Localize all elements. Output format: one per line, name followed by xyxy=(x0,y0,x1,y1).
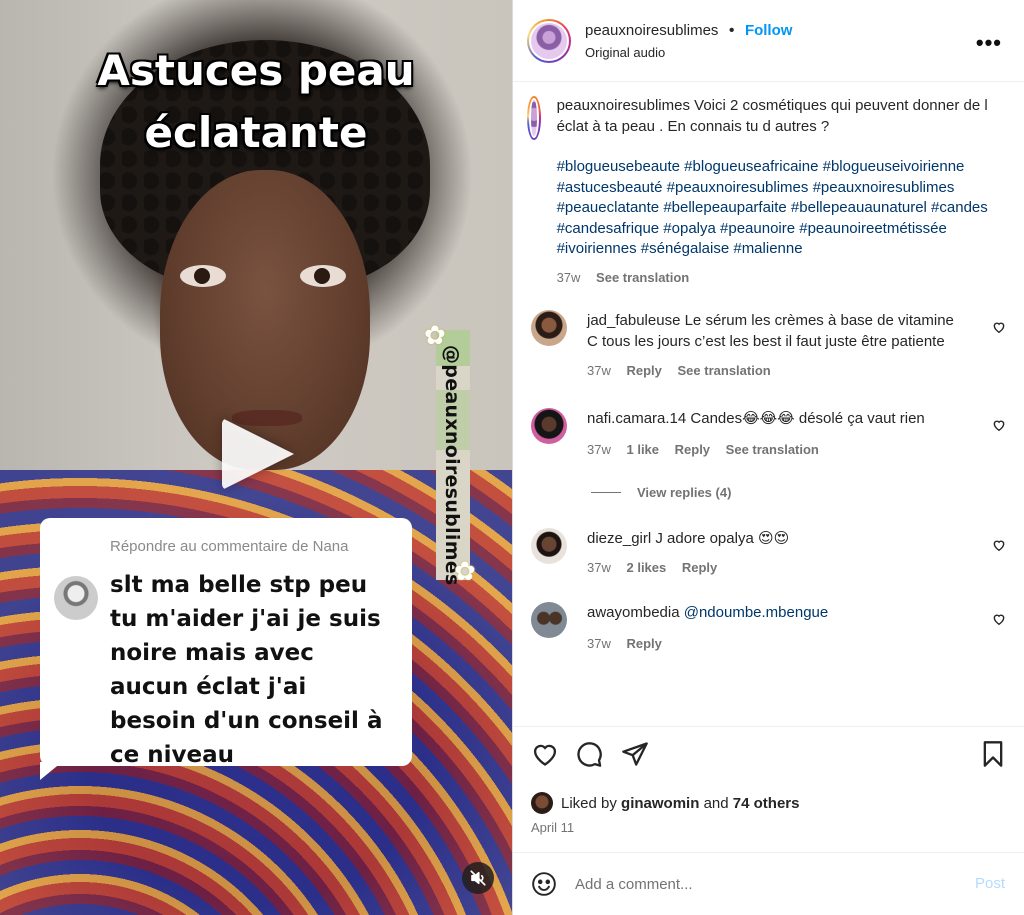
play-icon[interactable] xyxy=(222,418,294,490)
like-comment-heart-icon[interactable] xyxy=(992,612,1006,626)
commenter-avatar[interactable] xyxy=(531,602,567,638)
reply-sticker-avatar xyxy=(54,576,98,620)
author-username[interactable]: peauxnoiresublimes xyxy=(585,22,718,39)
like-comment-heart-icon[interactable] xyxy=(992,418,1006,432)
see-translation-button[interactable]: See translation xyxy=(596,270,689,285)
caption-username[interactable]: peauxnoiresublimes xyxy=(557,97,690,114)
comment-meta: 37w 2 likes Reply xyxy=(587,557,967,578)
reply-button[interactable]: Reply xyxy=(682,560,717,575)
commenter-username[interactable]: dieze_girl xyxy=(587,530,651,547)
comment-meta: 37w Reply xyxy=(587,633,967,654)
comment-time: 37w xyxy=(587,363,611,378)
like-heart-icon[interactable] xyxy=(531,740,559,768)
like-comment-heart-icon[interactable] xyxy=(992,538,1006,552)
separator-dot: • xyxy=(728,21,735,39)
comment-item: jad_fabuleuse Le sérum les crèmes à base… xyxy=(513,310,1024,381)
mute-button[interactable] xyxy=(462,862,494,894)
comment-meta: 37w Reply See translation xyxy=(587,360,967,381)
reply-button[interactable]: Reply xyxy=(626,363,661,378)
likes-prefix: Liked by xyxy=(561,794,617,812)
liker-avatar[interactable] xyxy=(531,792,553,814)
post-modal: Astuces peau éclatante @peauxnoiresublim… xyxy=(0,0,1024,915)
caption: peauxnoiresublimes Voici 2 cosmétiques q… xyxy=(513,82,1024,288)
overlay-title-line2: éclatante xyxy=(144,108,368,157)
view-replies-button[interactable]: View replies (4) xyxy=(513,482,1024,502)
reply-button[interactable]: Reply xyxy=(626,636,661,651)
share-paper-plane-icon[interactable] xyxy=(621,740,649,768)
add-comment-bar: Post xyxy=(513,852,1024,915)
emoji-smiley-icon[interactable] xyxy=(531,871,557,897)
comment-time: 37w xyxy=(587,636,611,651)
post-actions-bar xyxy=(513,728,1024,788)
follow-button[interactable]: Follow xyxy=(745,22,793,39)
daisy-icon: ✿ xyxy=(454,556,476,586)
commenter-username[interactable]: jad_fabuleuse xyxy=(587,312,680,329)
comment-bubble-icon[interactable] xyxy=(575,740,603,768)
comments-scroll-area[interactable]: peauxnoiresublimes Voici 2 cosmétiques q… xyxy=(513,82,1024,727)
comment-meta: 37w 1 like Reply See translation xyxy=(587,439,967,460)
more-options-icon[interactable]: ••• xyxy=(976,30,1002,56)
comment-time: 37w xyxy=(587,560,611,575)
author-avatar[interactable] xyxy=(527,18,571,63)
post-header: peauxnoiresublimes • Follow Original aud… xyxy=(513,0,1024,82)
comment-input[interactable] xyxy=(575,875,945,893)
caption-hashtags[interactable]: #blogueusebeaute #blogueuseafricaine #bl… xyxy=(557,157,1008,260)
see-translation-button[interactable]: See translation xyxy=(726,442,819,457)
reply-button[interactable]: Reply xyxy=(675,442,710,457)
likes-and: and xyxy=(703,794,729,812)
commenter-avatar[interactable] xyxy=(531,310,567,346)
comment-time: 37w xyxy=(587,442,611,457)
replies-divider xyxy=(591,491,621,493)
comment-likes-count[interactable]: 2 likes xyxy=(626,560,666,575)
reply-sticker-label: Répondre au commentaire de Nana xyxy=(110,538,349,555)
reply-sticker-text: slt ma belle stp peu tu m'aider j'ai je … xyxy=(110,572,383,768)
likes-summary: Liked by ginawomin and 74 others xyxy=(531,792,799,814)
see-translation-button[interactable]: See translation xyxy=(678,363,771,378)
comment-mention[interactable]: @ndoumbe.mbengue xyxy=(684,604,829,621)
like-comment-heart-icon[interactable] xyxy=(992,320,1006,334)
comment-text: Candes😂😂😂 désolé ça vaut rien xyxy=(690,410,925,427)
post-details-panel: peauxnoiresublimes • Follow Original aud… xyxy=(512,0,1024,915)
left-eye xyxy=(180,265,226,287)
save-bookmark-icon[interactable] xyxy=(979,740,1007,768)
post-date[interactable]: April 11 xyxy=(531,820,574,835)
caption-meta: 37w See translation xyxy=(557,268,1008,289)
video-overlay-title: Astuces peau éclatante xyxy=(0,40,512,164)
daisy-icon: ✿ xyxy=(424,320,446,350)
comment-item: awayombedia @ndoumbe.mbengue 37w Reply xyxy=(513,602,1024,654)
video-player[interactable]: Astuces peau éclatante @peauxnoiresublim… xyxy=(0,0,512,915)
right-eye xyxy=(300,265,346,287)
comment-item: dieze_girl J adore opalya 😍😍 37w 2 likes… xyxy=(513,528,1024,578)
overlay-title-line1: Astuces peau xyxy=(97,46,415,95)
commenter-avatar[interactable] xyxy=(531,408,567,444)
liker-username[interactable]: ginawomin xyxy=(621,795,699,812)
vertical-handle-text: @peauxnoiresublimes xyxy=(441,345,463,586)
reply-sticker: Répondre au commentaire de Nana slt ma b… xyxy=(40,518,412,780)
post-comment-button[interactable]: Post xyxy=(975,875,1005,892)
comment-item: nafi.camara.14 Candes😂😂😂 désolé ça vaut … xyxy=(513,408,1024,460)
commenter-username[interactable]: awayombedia xyxy=(587,604,680,621)
comment-likes-count[interactable]: 1 like xyxy=(626,442,659,457)
speaker-muted-icon xyxy=(470,870,486,886)
comment-text: J adore opalya 😍😍 xyxy=(655,530,790,547)
audio-label[interactable]: Original audio xyxy=(585,45,792,60)
commenter-avatar[interactable] xyxy=(531,528,567,564)
likes-others-button[interactable]: 74 others xyxy=(733,795,800,812)
view-replies-label[interactable]: View replies (4) xyxy=(637,485,731,500)
caption-time: 37w xyxy=(556,269,581,285)
caption-avatar[interactable] xyxy=(527,96,541,140)
commenter-username[interactable]: nafi.camara.14 xyxy=(587,410,686,427)
